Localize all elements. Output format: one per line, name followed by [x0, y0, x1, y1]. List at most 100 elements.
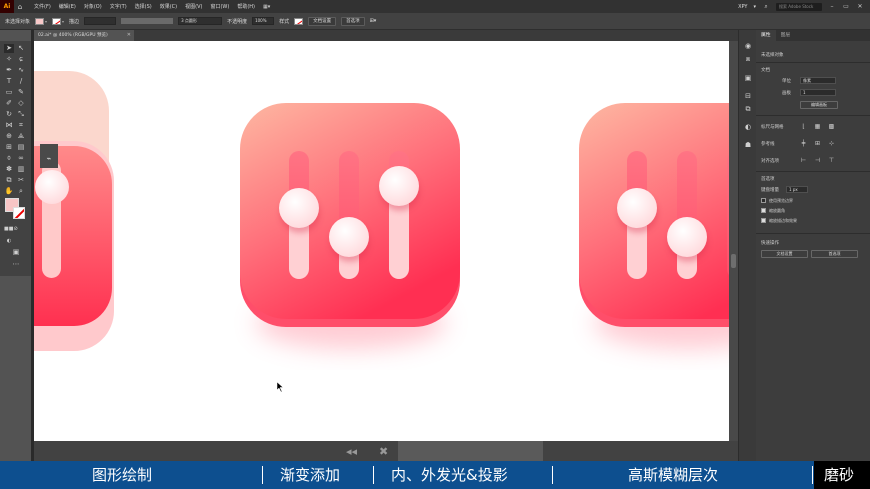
artboard-canvas[interactable]: ⌁ [34, 41, 729, 441]
artboard-dropdown[interactable]: 1 [800, 89, 836, 96]
icon-right-partial[interactable] [579, 103, 729, 349]
style-swatch[interactable] [294, 17, 304, 25]
align-panel-icon[interactable]: ⊟ [743, 92, 753, 101]
perspective-grid-icon[interactable]: ⟁ [16, 132, 26, 141]
unit-dropdown[interactable]: 像素 [800, 77, 836, 84]
home-icon[interactable]: ⌂ [14, 3, 26, 11]
chapter-banner: 图形绘制 渐变添加 内、外发光&投影 高斯模糊层次 磨砂 [0, 461, 870, 489]
scale-corners-checkbox[interactable] [761, 208, 766, 213]
rotate-tool-icon[interactable]: ↻ [4, 110, 14, 119]
align-glyph-icon[interactable]: ⊤ [828, 157, 835, 164]
fill-swatch[interactable]: ▾ [35, 17, 47, 25]
ruler-icon[interactable]: ⌊ [800, 123, 807, 130]
eraser-icon[interactable]: ◇ [16, 99, 26, 108]
free-transform-icon[interactable]: ⌗ [16, 121, 26, 130]
search-icon[interactable]: ⌕ [762, 3, 770, 11]
magic-wand-icon[interactable]: ✧ [4, 55, 14, 64]
horizontal-scroll-thumb[interactable] [398, 441, 543, 461]
pen-tool-icon[interactable]: ✒ [4, 66, 14, 75]
menu-help[interactable]: 帮助(H) [237, 3, 255, 10]
edit-artboard-button[interactable]: 编辑画板 [800, 101, 838, 109]
guides-icon[interactable]: ╪ [800, 140, 807, 147]
workspace-switcher[interactable]: XPY [738, 4, 747, 10]
zoom-tool-icon[interactable]: ⌕ [16, 187, 26, 196]
arrange-icon[interactable]: ⊞▾ [370, 18, 377, 24]
brush-dropdown[interactable]: 3 点圆形 [178, 17, 223, 25]
menu-select[interactable]: 选择(S) [135, 3, 152, 10]
shape-builder-icon[interactable]: ⊕ [4, 132, 14, 141]
eyedropper-icon[interactable]: ⌽ [4, 154, 14, 163]
icon-center[interactable] [240, 103, 460, 349]
selection-tool-icon[interactable]: ➤ [4, 44, 14, 53]
stroke-color-swatch[interactable] [13, 207, 25, 219]
tab-layers[interactable]: 图层 [776, 30, 796, 41]
close-tab-icon[interactable]: ✕ [127, 30, 131, 41]
paintbrush-icon[interactable]: ✎ [16, 88, 26, 97]
doc-setup-panel-button[interactable]: 文档设置 [761, 250, 808, 258]
minimize-icon[interactable]: – [828, 3, 836, 10]
width-tool-icon[interactable]: ⋈ [4, 121, 14, 130]
align-key-icon[interactable]: ⊣ [814, 157, 821, 164]
stroke-weight-field[interactable] [84, 17, 117, 25]
scale-tool-icon[interactable]: ⤡ [16, 110, 26, 119]
gradient-tool-icon[interactable]: ▤ [16, 143, 26, 152]
mesh-tool-icon[interactable]: ⊞ [4, 143, 14, 152]
appearance-icon[interactable]: ◐ [743, 123, 753, 132]
chevron-down-icon[interactable]: ▾ [753, 4, 756, 10]
icon-left-partial[interactable] [34, 71, 114, 351]
image-trace-icon[interactable]: ▣ [743, 74, 753, 83]
document-tab[interactable]: 02.ai* @ 400% (RGB/GPU 预览) ✕ [34, 30, 134, 41]
smart-guides-icon[interactable]: ⊹ [828, 140, 835, 147]
maximize-icon[interactable]: ▭ [842, 3, 850, 10]
column-graph-icon[interactable]: ▥ [16, 165, 26, 174]
shaper-tool-icon[interactable]: ✐ [4, 99, 14, 108]
keyboard-increment-field[interactable]: 1 px [786, 186, 808, 193]
color-panel-icon[interactable]: ◉ [743, 42, 753, 51]
artboard-label: 画板 [782, 91, 791, 96]
symbol-sprayer-icon[interactable]: ✽ [4, 165, 14, 174]
pixel-grid-icon[interactable]: ▩ [828, 123, 835, 130]
blend-tool-icon[interactable]: ∞ [16, 154, 26, 163]
transform-panel-icon[interactable]: ⧈ [743, 55, 753, 64]
rewind-icon[interactable]: ◂◂ [346, 445, 357, 458]
graphic-styles-icon[interactable]: ☗ [743, 141, 753, 150]
preferences-panel-button[interactable]: 首选项 [811, 250, 858, 258]
line-tool-icon[interactable]: / [16, 77, 26, 86]
lasso-icon[interactable]: ɕ [16, 55, 26, 64]
menu-window[interactable]: 窗口(W) [210, 3, 229, 10]
pathfinder-icon[interactable]: ⧉ [743, 105, 753, 114]
opacity-field[interactable]: 100% [252, 17, 275, 25]
menu-object[interactable]: 对象(O) [84, 3, 102, 10]
color-mode-icons[interactable]: ■■⊘ [4, 225, 18, 234]
slice-tool-icon[interactable]: ✂ [16, 176, 26, 185]
rectangle-tool-icon[interactable]: ▭ [4, 88, 14, 97]
variable-width-profile[interactable] [121, 18, 174, 24]
scale-strokes-checkbox[interactable] [761, 218, 766, 223]
menu-view[interactable]: 视图(V) [185, 3, 202, 10]
direct-selection-tool-icon[interactable]: ↖ [16, 44, 26, 53]
grid-icon[interactable]: ▦ [814, 123, 821, 130]
doc-setup-button[interactable]: 文档设置 [308, 16, 337, 26]
preview-bounds-checkbox[interactable] [761, 198, 766, 203]
close-overlay-icon[interactable]: ✖ [379, 445, 388, 458]
artboard-tool-icon[interactable]: ⧉ [4, 176, 14, 185]
align-icon[interactable]: ⊢ [800, 157, 807, 164]
lock-guides-icon[interactable]: ⊞ [814, 140, 821, 147]
draw-mode-icon[interactable]: ◐ [4, 237, 14, 246]
preferences-button[interactable]: 首选项 [341, 16, 365, 26]
more-tools-icon[interactable]: ⋯ [11, 260, 21, 269]
menu-type[interactable]: 文字(T) [110, 3, 127, 10]
close-icon[interactable]: ✕ [856, 3, 864, 10]
tab-properties[interactable]: 属性 [756, 30, 776, 41]
menu-effect[interactable]: 效果(C) [160, 3, 177, 10]
arrange-documents-icon[interactable]: ▦▾ [263, 4, 270, 10]
stroke-swatch[interactable]: ▾ [52, 17, 64, 25]
hand-tool-icon[interactable]: ✋ [4, 187, 14, 196]
menu-file[interactable]: 文件(F) [34, 3, 51, 10]
vertical-scrollbar[interactable] [729, 41, 738, 441]
stock-search-input[interactable]: 搜索 Adobe Stock [776, 2, 822, 11]
screen-mode-icon[interactable]: ▣ [11, 248, 21, 257]
type-tool-icon[interactable]: T [4, 77, 14, 86]
curvature-tool-icon[interactable]: ∿ [16, 66, 26, 75]
menu-edit[interactable]: 编辑(E) [59, 3, 76, 10]
